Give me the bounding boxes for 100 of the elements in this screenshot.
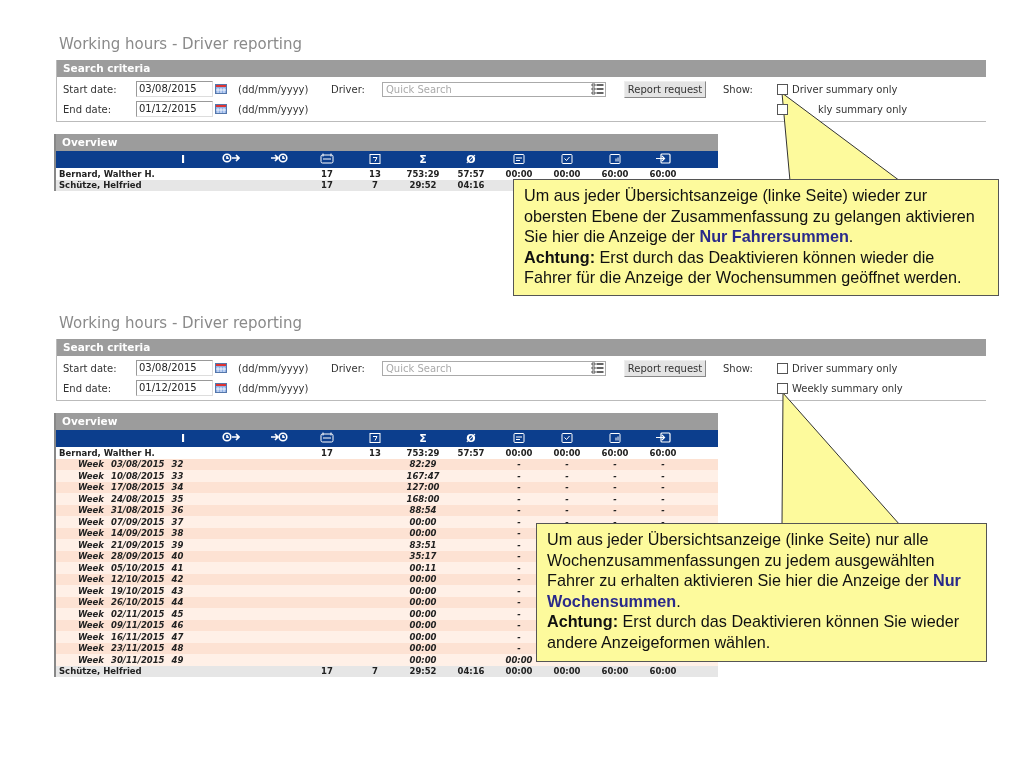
field-label: End date: xyxy=(63,103,113,115)
table-cell: 00:00 xyxy=(409,597,437,608)
table-cell: - xyxy=(517,516,521,527)
section-header: Search criteria xyxy=(57,339,986,356)
week-number: 33 xyxy=(171,470,184,481)
checkbox[interactable] xyxy=(777,362,788,374)
calendar-icon xyxy=(320,431,334,443)
week-date: 09/11/2015 xyxy=(111,620,165,631)
table-row[interactable]: Week 07/09/2015 37 00:00 - - - - xyxy=(56,516,718,528)
section-header: Overview xyxy=(56,134,718,151)
checkbox[interactable] xyxy=(777,382,788,394)
week-number: 40 xyxy=(171,551,184,562)
table-cell: 17 xyxy=(321,447,333,458)
arrow-clock-icon xyxy=(270,432,288,442)
table-cell: 13 xyxy=(369,447,381,458)
week-number: 49 xyxy=(171,654,184,665)
table-cell: - xyxy=(613,505,617,516)
checkbox-label: kly summary only xyxy=(818,103,908,115)
list-icon[interactable] xyxy=(591,362,604,374)
table-row[interactable]: Week 10/08/2015 33 167:47 - - - - xyxy=(56,470,718,482)
checkbox[interactable] xyxy=(777,103,788,115)
week-label: Week xyxy=(78,493,104,504)
table-cell: - xyxy=(661,493,665,504)
table-cell: - xyxy=(613,493,617,504)
table-cell: 00:00 xyxy=(409,631,437,642)
week-date: 02/11/2015 xyxy=(111,608,165,619)
week-number: 34 xyxy=(171,482,184,493)
table-cell: - xyxy=(517,551,521,562)
week-label: Week xyxy=(78,643,104,654)
week-label: Week xyxy=(78,562,104,573)
calendar-icon[interactable] xyxy=(215,383,227,393)
field-label: Driver: xyxy=(331,362,366,374)
driver-name: Bernard, Walther H. xyxy=(58,168,156,179)
week-number: 41 xyxy=(171,562,184,573)
table-row[interactable]: Week 24/08/2015 35 168:00 - - - - xyxy=(56,493,718,505)
table-cell: 29:52 xyxy=(409,180,437,191)
date-field[interactable]: 01/12/2015 xyxy=(136,101,213,117)
report-button[interactable]: Report request xyxy=(624,359,706,377)
date-field[interactable]: 01/12/2015 xyxy=(136,380,213,396)
page-title: Working hours - Driver reporting xyxy=(59,35,303,55)
table-cell: 753:29 xyxy=(406,168,440,179)
week-label: Week xyxy=(78,551,104,562)
table-cell: 57:57 xyxy=(457,168,485,179)
checkbox[interactable] xyxy=(777,83,788,95)
week-label: Week xyxy=(78,482,104,493)
week-date: 17/08/2015 xyxy=(111,482,165,493)
table-cell: 00:00 xyxy=(505,447,533,458)
table-cell: 168:00 xyxy=(406,493,440,504)
calendar-icon[interactable] xyxy=(215,363,227,373)
table-cell: 127:00 xyxy=(406,482,440,493)
table-cell: - xyxy=(517,528,521,539)
table-cell: 167:47 xyxy=(406,470,440,481)
table-cell: 00:00 xyxy=(505,168,533,179)
table-cell: 60:00 xyxy=(649,447,677,458)
table-cell: 17 xyxy=(321,180,333,191)
date-field[interactable]: 03/08/2015 xyxy=(136,360,213,376)
sign-in-icon xyxy=(655,431,671,443)
table-cell: 60:00 xyxy=(601,168,629,179)
week-date: 10/08/2015 xyxy=(111,470,165,481)
field-label: Show: xyxy=(723,362,754,374)
week-date: 19/10/2015 xyxy=(111,585,165,596)
week-number: 42 xyxy=(171,574,184,585)
date-field[interactable]: 03/08/2015 xyxy=(136,81,213,97)
driver-name: Schütze, Helfried xyxy=(58,180,143,191)
table-cell: 00:00 xyxy=(409,528,437,539)
calendar-check-icon xyxy=(561,152,573,164)
week-number: 39 xyxy=(171,539,184,550)
section-header: Overview xyxy=(56,413,718,430)
table-cell: 35:17 xyxy=(409,551,437,562)
table-cell: - xyxy=(613,482,617,493)
field-label: Start date: xyxy=(63,83,118,95)
driver-name: Bernard, Walther H. xyxy=(58,447,156,458)
column-header: Σ xyxy=(419,153,427,166)
table-cell: 60:00 xyxy=(649,666,677,677)
week-date: 07/09/2015 xyxy=(111,516,165,527)
week-date: 16/11/2015 xyxy=(111,631,165,642)
column-header: Ø xyxy=(466,153,476,166)
table-cell: - xyxy=(661,505,665,516)
table-cell: - xyxy=(517,643,521,654)
calendar-icon[interactable] xyxy=(215,104,227,114)
list-icon[interactable] xyxy=(591,83,604,95)
calendar-icon xyxy=(513,431,525,443)
week-number: 48 xyxy=(171,643,184,654)
sign-in-icon xyxy=(655,152,671,164)
report-button[interactable]: Report request xyxy=(624,80,706,98)
field-label: Driver: xyxy=(331,83,366,95)
table-cell: - xyxy=(517,459,521,470)
table-cell: - xyxy=(661,482,665,493)
table-cell: 00:00 xyxy=(553,168,581,179)
week-date: 28/09/2015 xyxy=(111,551,165,562)
calendar-icon[interactable] xyxy=(215,84,227,94)
calendar-icon xyxy=(513,152,525,164)
table-cell: - xyxy=(565,470,569,481)
section-header: Search criteria xyxy=(57,60,986,77)
table-cell: - xyxy=(565,482,569,493)
table-cell: 00:11 xyxy=(409,562,437,573)
week-date: 14/09/2015 xyxy=(111,528,165,539)
week-number: 46 xyxy=(171,620,184,631)
table-cell: 00:00 xyxy=(409,574,437,585)
table-cell: - xyxy=(517,505,521,516)
